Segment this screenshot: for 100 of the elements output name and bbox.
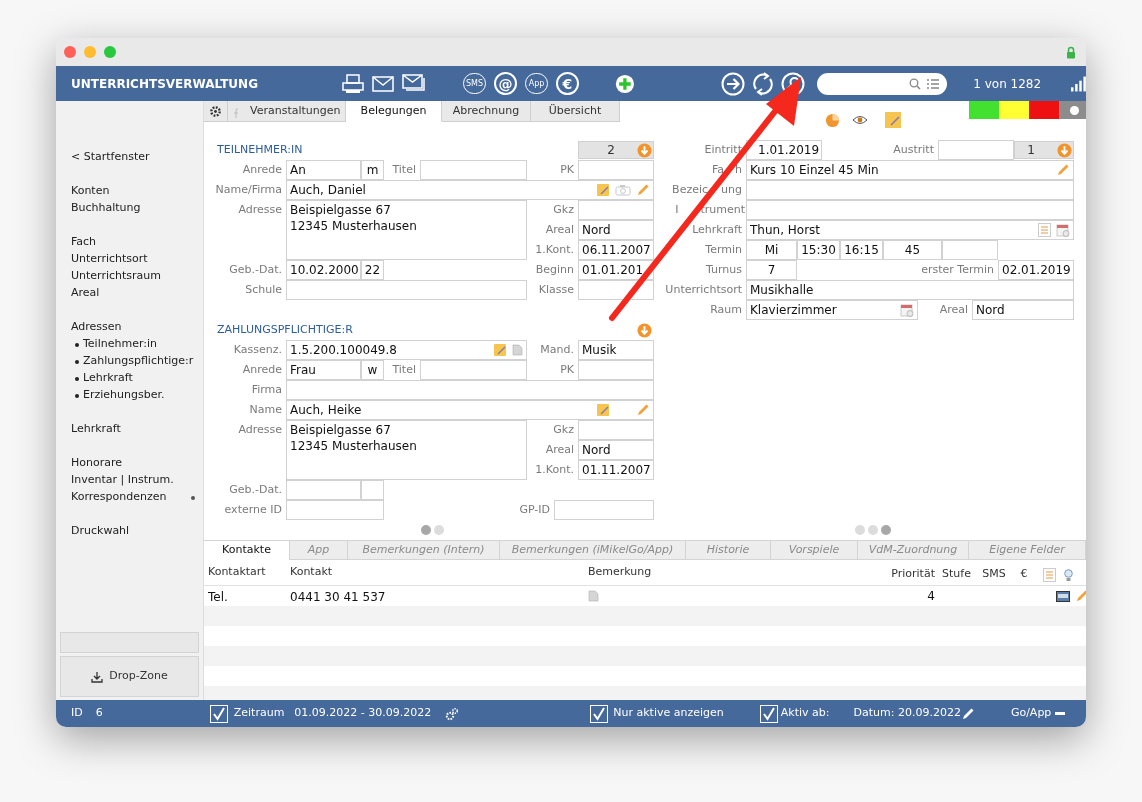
input-field[interactable] bbox=[420, 160, 527, 180]
tab[interactable]: Veranstaltungen bbox=[244, 101, 346, 122]
input-field[interactable] bbox=[578, 360, 654, 380]
sidebar-item[interactable]: Erziehungsber. bbox=[83, 387, 165, 404]
minimize-button[interactable] bbox=[84, 46, 96, 58]
drop-zone-button[interactable]: Drop-Zone bbox=[60, 656, 199, 697]
input-field[interactable]: An bbox=[286, 160, 361, 180]
refresh-icon[interactable] bbox=[750, 71, 775, 96]
sidebar-item[interactable]: Teilnehmer:in bbox=[83, 336, 157, 353]
input-field[interactable]: 1.01.2019 bbox=[746, 140, 822, 160]
toggle[interactable] bbox=[1059, 101, 1086, 119]
input-field[interactable] bbox=[578, 280, 654, 300]
input-field[interactable]: Auch, Heike bbox=[286, 400, 654, 420]
mail-stack-icon[interactable] bbox=[402, 74, 427, 93]
input-field[interactable]: 1.5.200.100049.8 bbox=[286, 340, 527, 360]
note-icon[interactable] bbox=[596, 403, 610, 417]
sidebar-item[interactable]: Unterrichtsraum bbox=[71, 268, 162, 285]
input-field[interactable] bbox=[286, 280, 527, 300]
input-field[interactable]: Nord bbox=[972, 300, 1074, 320]
input-field[interactable] bbox=[578, 200, 654, 220]
input-field[interactable]: 45 bbox=[883, 240, 942, 260]
sidebar-item[interactable]: Lehrkraft bbox=[71, 421, 121, 438]
tab[interactable]: Abrechnung bbox=[442, 101, 531, 122]
down-arrow-icon[interactable] bbox=[637, 322, 652, 338]
checkbox[interactable] bbox=[590, 704, 609, 723]
checkbox[interactable] bbox=[759, 704, 778, 723]
input-field[interactable] bbox=[578, 420, 654, 440]
pie-chart-icon[interactable] bbox=[825, 112, 840, 128]
printer-icon[interactable] bbox=[342, 73, 364, 94]
checkbox[interactable] bbox=[209, 704, 228, 723]
input-field[interactable]: 02.01.2019 bbox=[998, 260, 1074, 280]
sidebar-item[interactable]: Areal bbox=[71, 285, 100, 302]
address-field[interactable]: Beispielgasse 67 12345 Musterhausen bbox=[286, 200, 527, 260]
input-field[interactable] bbox=[942, 240, 998, 260]
note-icon[interactable] bbox=[493, 343, 507, 357]
input-field[interactable]: Auch, Daniel bbox=[286, 180, 654, 200]
input-field[interactable]: 16:15 bbox=[840, 240, 883, 260]
input-field[interactable]: 10.02.2000 bbox=[286, 260, 361, 280]
close-button[interactable] bbox=[64, 46, 76, 58]
sidebar-item[interactable]: Inventar | Instrum. bbox=[71, 472, 174, 489]
input-field[interactable]: Musik bbox=[578, 340, 654, 360]
settings-icon[interactable] bbox=[445, 706, 460, 721]
address-field[interactable]: Beispielgasse 67 12345 Musterhausen bbox=[286, 420, 527, 480]
tab[interactable]: Übersicht bbox=[531, 101, 620, 122]
zoom-button[interactable] bbox=[104, 46, 116, 58]
input-field[interactable]: w bbox=[361, 360, 384, 380]
sidebar-item[interactable]: Druckwahl bbox=[71, 523, 130, 540]
settings-icon[interactable] bbox=[209, 104, 222, 118]
list-icon[interactable] bbox=[1038, 223, 1051, 237]
forward-icon[interactable] bbox=[720, 71, 745, 96]
counter-field[interactable]: 2 bbox=[578, 141, 654, 159]
input-field[interactable]: Mi bbox=[746, 240, 797, 260]
sidebar-item[interactable]: Zahlungspflichtige:r bbox=[83, 353, 194, 370]
input-field[interactable]: 7 bbox=[746, 260, 797, 280]
input-field[interactable]: m bbox=[361, 160, 384, 180]
input-field[interactable]: Nord bbox=[578, 440, 654, 460]
sidebar-item[interactable]: Konten bbox=[71, 183, 110, 200]
input-field[interactable] bbox=[554, 500, 654, 520]
document-icon[interactable] bbox=[512, 344, 523, 356]
input-field[interactable]: 22 bbox=[361, 260, 384, 280]
input-field[interactable]: Frau bbox=[286, 360, 361, 380]
search-field[interactable] bbox=[816, 72, 948, 95]
input-field[interactable] bbox=[938, 140, 1014, 160]
card-icon[interactable] bbox=[1056, 590, 1070, 602]
sidebar-item[interactable]: Lehrkraft bbox=[83, 370, 133, 387]
input-field[interactable]: Musikhalle bbox=[746, 280, 1074, 300]
input-field[interactable]: Nord bbox=[578, 220, 654, 240]
input-field[interactable]: 06.11.2007 bbox=[578, 240, 654, 260]
down-arrow-icon[interactable] bbox=[637, 142, 652, 158]
down-arrow-icon[interactable] bbox=[1057, 142, 1072, 158]
pencil-icon[interactable] bbox=[960, 706, 975, 721]
camera-icon[interactable] bbox=[615, 184, 631, 196]
input-field[interactable] bbox=[286, 380, 654, 400]
document-icon[interactable] bbox=[588, 590, 599, 602]
input-field[interactable]: Klavierzimmer bbox=[746, 300, 918, 320]
input-field[interactable] bbox=[361, 480, 384, 500]
sidebar-item[interactable]: Honorare bbox=[71, 455, 122, 472]
bulb-icon[interactable] bbox=[1063, 569, 1073, 582]
input-field[interactable] bbox=[420, 360, 527, 380]
sidebar-item[interactable]: Korrespondenzen bbox=[71, 489, 167, 506]
input-field[interactable]: Kurs 10 Einzel 45 Min bbox=[746, 160, 1074, 180]
calendar-icon[interactable] bbox=[900, 303, 914, 317]
note-icon[interactable] bbox=[596, 183, 610, 197]
counter-field[interactable]: 1 bbox=[1014, 141, 1074, 159]
input-field[interactable]: 01.01.201 bbox=[578, 260, 654, 280]
circle-glyph-icon[interactable]: @ bbox=[494, 72, 517, 95]
speech-bubble-icon[interactable]: SMS bbox=[463, 73, 486, 94]
input-field[interactable] bbox=[286, 500, 384, 520]
note-icon[interactable] bbox=[884, 111, 902, 129]
eye-icon[interactable] bbox=[852, 115, 868, 125]
list-icon[interactable] bbox=[1042, 568, 1056, 582]
function-icon[interactable] bbox=[233, 108, 239, 119]
sidebar-item[interactable]: Buchhaltung bbox=[71, 200, 141, 217]
back-link[interactable]: < Startfenster bbox=[71, 149, 150, 166]
sidebar-item[interactable]: Fach bbox=[71, 234, 97, 251]
input-field[interactable] bbox=[578, 160, 654, 180]
input-field[interactable]: Thun, Horst bbox=[746, 220, 1074, 240]
input-field[interactable]: 01.11.2007 bbox=[578, 460, 654, 480]
minus-icon[interactable] bbox=[1055, 712, 1066, 715]
sidebar-item[interactable]: Adressen bbox=[71, 319, 122, 336]
